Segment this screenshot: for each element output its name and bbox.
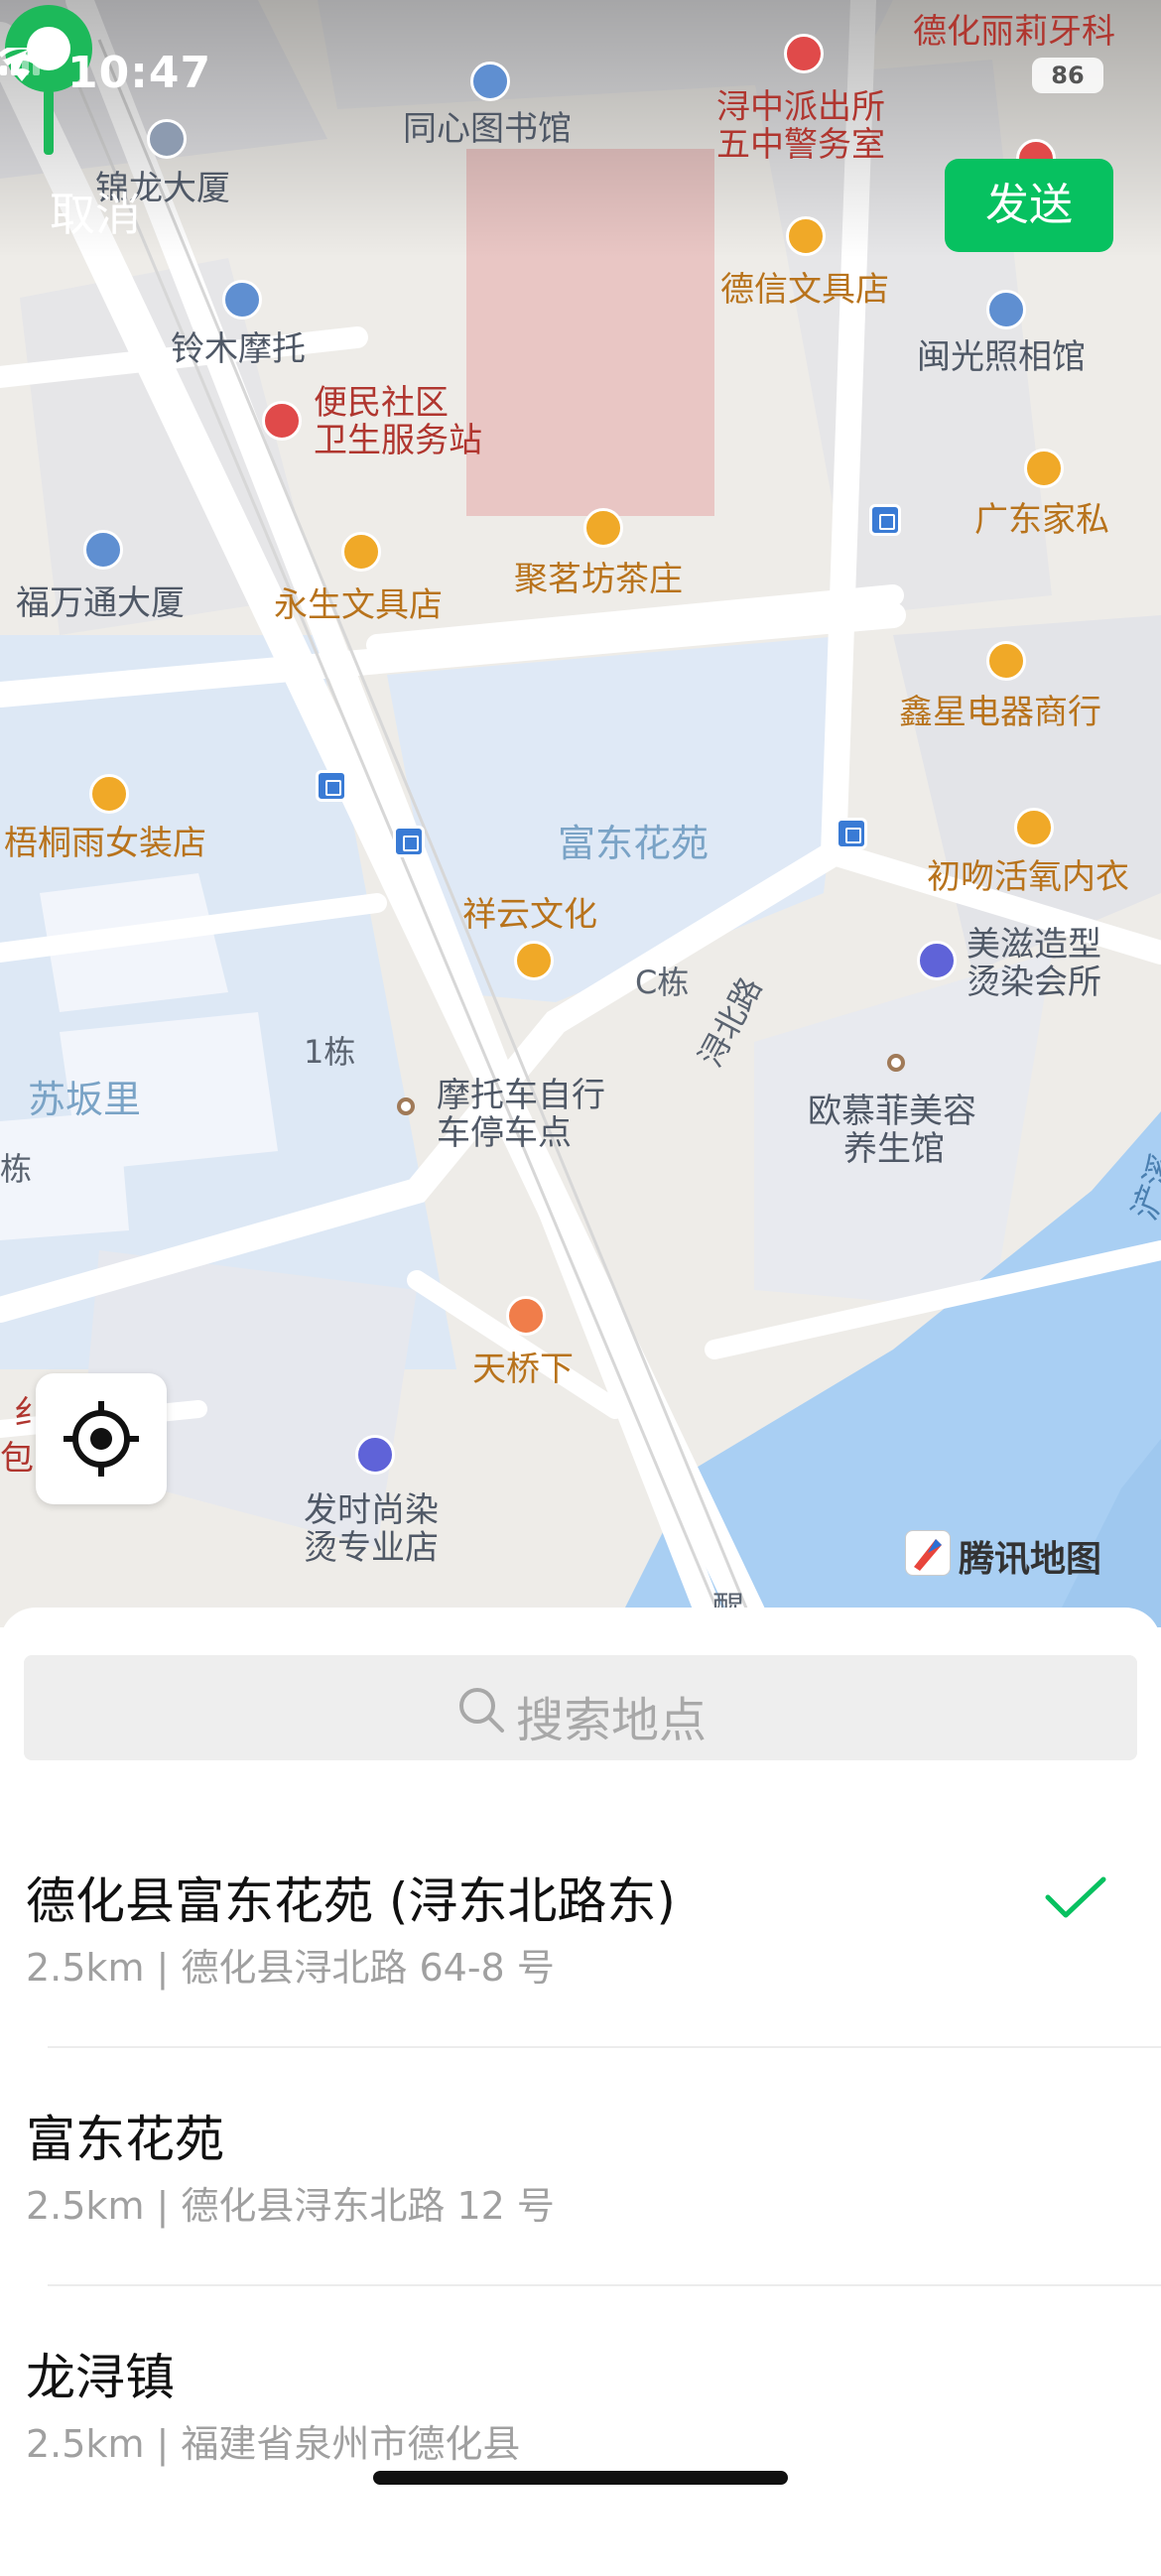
map-label: 闽光照相馆 <box>917 337 1086 377</box>
battery-icon: 86 <box>1032 58 1103 93</box>
tencent-map-logo-icon <box>905 1530 951 1576</box>
stationery-poi-icon <box>341 532 381 572</box>
bus-stop-icon <box>836 818 867 849</box>
electronics-poi-icon <box>986 641 1026 681</box>
map-label: 聚茗坊茶庄 <box>514 560 683 599</box>
map-label: 广东家私 <box>974 500 1109 540</box>
culture-poi-icon <box>514 941 554 980</box>
map-label: 1栋 <box>304 1033 356 1071</box>
divider <box>48 2046 1161 2048</box>
status-bar: 10:47 86 <box>0 48 1161 107</box>
map-label: 德化丽莉牙科 <box>913 12 1115 52</box>
lingerie-poi-icon <box>1014 808 1054 847</box>
map-label: 发时尚染 <box>304 1490 439 1530</box>
send-button[interactable]: 发送 <box>945 159 1113 252</box>
result-item[interactable]: 德化县富东花苑 (浔东北路东) 2.5km | 德化县浔北路 64-8 号 <box>0 1862 1161 2100</box>
clothing-poi-icon <box>89 774 129 814</box>
map-label: 天桥下 <box>472 1350 574 1389</box>
search-bar[interactable]: 搜索地点 <box>24 1655 1137 1760</box>
wifi-icon <box>0 48 44 81</box>
map-label: 鑫星电器商行 <box>899 693 1101 732</box>
map-label: 栋 <box>0 1150 33 1188</box>
result-subtitle: 2.5km | 德化县浔北路 64-8 号 <box>26 1946 555 1990</box>
map-label: 永生文具店 <box>274 585 443 625</box>
parking-dot-icon <box>397 1097 415 1115</box>
map-label: 烫染会所 <box>967 963 1101 1002</box>
shop-poi-icon <box>786 216 826 256</box>
status-time: 10:47 <box>67 48 212 98</box>
result-item[interactable]: 龙浔镇 2.5km | 福建省泉州市德化县 <box>0 2338 1161 2576</box>
map-view[interactable]: 德化丽莉牙科 同心图书馆 浔中派出所 五中警务室 锦龙大厦 德信文具店 闽光照相… <box>0 0 1161 1627</box>
building-poi-icon <box>147 119 187 159</box>
bus-stop-icon <box>316 770 347 802</box>
divider <box>48 2284 1161 2286</box>
result-title: 德化县富东花苑 (浔东北路东) <box>26 1872 676 1930</box>
clinic-poi-icon <box>262 401 302 441</box>
tea-poi-icon <box>583 508 623 548</box>
checkmark-icon <box>1045 1876 1106 1918</box>
map-label: 卫生服务站 <box>314 421 482 460</box>
result-subtitle: 2.5km | 德化县浔东北路 12 号 <box>26 2184 555 2228</box>
locate-me-button[interactable] <box>36 1373 167 1504</box>
office-poi-icon <box>83 530 123 570</box>
result-title: 富东花苑 <box>26 2111 224 2168</box>
search-placeholder: 搜索地点 <box>516 1693 708 1748</box>
locate-me-icon <box>64 1401 139 1477</box>
search-icon <box>459 1688 504 1733</box>
salon-poi-icon <box>917 941 957 980</box>
bus-stop-icon <box>869 504 901 536</box>
map-brand-label: 腾讯地图 <box>959 1539 1102 1580</box>
map-label: 便民社区 <box>314 383 449 423</box>
map-label: 车停车点 <box>437 1113 572 1153</box>
map-label: 德信文具店 <box>720 270 889 310</box>
spa-dot-icon <box>887 1054 905 1072</box>
map-label: 美滋造型 <box>967 925 1101 965</box>
map-label: 五中警务室 <box>716 125 885 165</box>
map-label: 梧桐雨女装店 <box>4 824 206 863</box>
map-label: 包 <box>0 1439 34 1479</box>
map-label: 祥云文化 <box>462 895 597 935</box>
result-title: 龙浔镇 <box>26 2349 175 2406</box>
map-label: C栋 <box>635 964 690 1001</box>
result-item[interactable]: 富东花苑 2.5km | 德化县浔东北路 12 号 <box>0 2100 1161 2338</box>
cafe-poi-icon <box>506 1296 546 1336</box>
map-label: 欧慕菲美容 <box>808 1092 976 1131</box>
map-label: 富东花苑 <box>558 822 710 865</box>
map-label: 养生馆 <box>843 1129 945 1169</box>
result-subtitle: 2.5km | 福建省泉州市德化县 <box>26 2422 521 2466</box>
camera-poi-icon <box>986 290 1026 329</box>
map-label: 苏坂里 <box>28 1078 142 1121</box>
wrench-poi-icon <box>222 280 262 320</box>
map-label: 烫专业店 <box>304 1528 439 1568</box>
hairdresser-poi-icon <box>355 1435 395 1475</box>
map-label: 同心图书馆 <box>403 109 572 149</box>
cancel-button[interactable]: 取消 <box>50 179 141 244</box>
map-label: 初吻活氧内衣 <box>927 857 1129 897</box>
furniture-poi-icon <box>1024 449 1064 488</box>
map-label: 福万通大厦 <box>16 583 185 623</box>
home-indicator[interactable] <box>373 2471 788 2485</box>
map-label: 铃木摩托 <box>171 329 306 369</box>
bus-stop-icon <box>393 826 425 857</box>
location-sheet: 搜索地点 德化县富东花苑 (浔东北路东) 2.5km | 德化县浔北路 64-8… <box>0 1608 1161 2512</box>
map-label: 摩托车自行 <box>437 1076 605 1115</box>
